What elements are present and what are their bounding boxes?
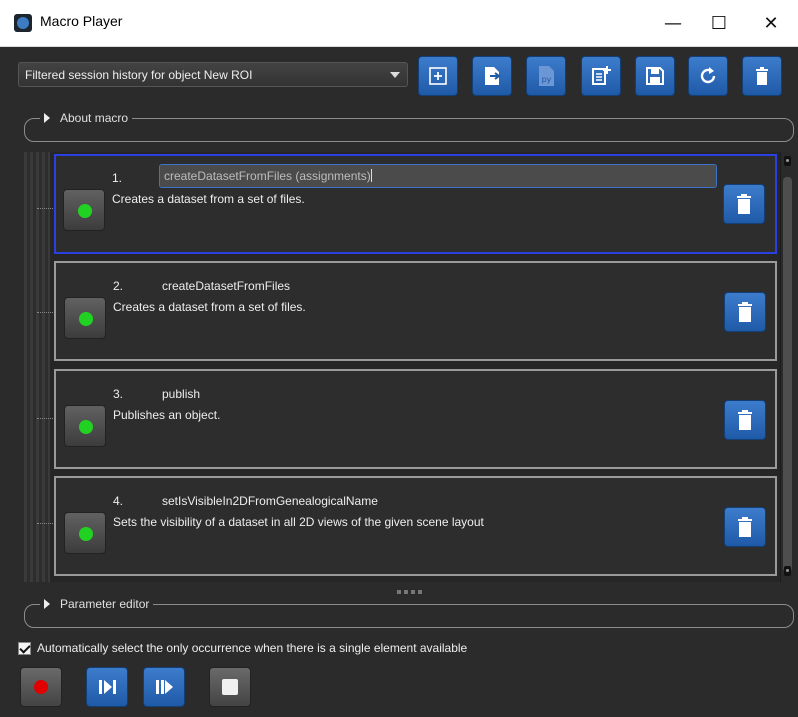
auto-select-option[interactable]: Automatically select the only occurrence… <box>18 641 467 655</box>
new-macro-button[interactable] <box>581 56 621 96</box>
macro-item-2[interactable]: 2. createDatasetFromFiles Creates a data… <box>54 261 777 361</box>
title-bar: Macro Player — ☐ ✕ <box>0 0 798 47</box>
export-python-button[interactable]: py <box>526 56 566 96</box>
trash-icon <box>738 302 752 322</box>
macro-name-input[interactable]: createDatasetFromFiles (assignments) <box>159 164 717 188</box>
status-button[interactable] <box>64 297 106 339</box>
scroll-down-button[interactable] <box>784 566 791 576</box>
maximize-button[interactable]: ☐ <box>696 0 742 46</box>
record-button[interactable] <box>20 667 62 707</box>
status-button[interactable] <box>63 189 105 231</box>
macro-index: 3. <box>113 387 124 401</box>
macro-name-value: createDatasetFromFiles (assignments) <box>164 169 371 183</box>
scroll-up-button[interactable] <box>784 156 791 166</box>
about-macro-label: About macro <box>60 111 129 125</box>
add-macro-button[interactable] <box>418 56 458 96</box>
import-macro-button[interactable] <box>472 56 512 96</box>
status-ok-icon <box>79 527 93 541</box>
refresh-button[interactable] <box>688 56 728 96</box>
about-macro-group <box>24 118 794 142</box>
status-button[interactable] <box>64 512 106 554</box>
list-gutter <box>24 152 55 582</box>
stop-button[interactable] <box>209 667 251 707</box>
macro-index: 4. <box>113 494 124 508</box>
macro-name: createDatasetFromFiles <box>162 279 291 293</box>
auto-select-label: Automatically select the only occurrence… <box>37 641 468 655</box>
step-forward-button[interactable] <box>86 667 128 707</box>
stop-icon <box>222 679 238 695</box>
expand-arrow-icon <box>44 599 50 609</box>
delete-item-button[interactable] <box>724 292 766 332</box>
trash-icon <box>756 67 768 85</box>
macro-name: setIsVisibleIn2DFromGenealogicalName <box>162 494 378 508</box>
parameter-editor-label: Parameter editor <box>60 597 150 611</box>
macro-index: 2. <box>113 279 124 293</box>
python-label: py <box>542 75 552 84</box>
document-add-icon <box>592 66 611 85</box>
scroll-thumb[interactable] <box>783 177 792 572</box>
parameter-editor-toggle[interactable]: Parameter editor <box>40 596 154 612</box>
list-scrollbar[interactable] <box>780 152 794 582</box>
macro-index: 1. <box>112 171 123 185</box>
delete-item-button[interactable] <box>724 400 766 440</box>
plus-box-icon <box>429 67 447 85</box>
macro-name: publish <box>162 387 201 401</box>
delete-item-button[interactable] <box>724 507 766 547</box>
macro-item-4[interactable]: 4. setIsVisibleIn2DFromGenealogicalName … <box>54 476 777 576</box>
refresh-icon <box>700 67 716 84</box>
save-macro-button[interactable] <box>635 56 675 96</box>
minimize-button[interactable]: — <box>650 0 696 46</box>
auto-select-checkbox[interactable] <box>18 641 31 655</box>
history-filter-value: Filtered session history for object New … <box>25 68 253 82</box>
step-forward-icon <box>99 680 116 694</box>
play-all-icon <box>156 680 173 694</box>
macro-item-3[interactable]: 3. publish Publishes an object. <box>54 369 777 469</box>
macro-item-1[interactable]: 1. createDatasetFromFiles (assignments) … <box>54 154 777 254</box>
expand-arrow-icon <box>44 113 50 123</box>
app-icon <box>14 14 32 32</box>
python-file-icon: py <box>539 66 554 86</box>
delete-item-button[interactable] <box>723 184 765 224</box>
status-ok-icon <box>78 204 92 218</box>
record-icon <box>34 680 48 694</box>
chevron-down-icon <box>390 72 400 78</box>
status-ok-icon <box>79 420 93 434</box>
file-import-icon <box>485 67 501 85</box>
close-button[interactable]: ✕ <box>748 0 794 46</box>
macro-description: Creates a dataset from a set of files. <box>112 192 305 206</box>
status-button[interactable] <box>64 405 106 447</box>
splitter-handle[interactable] <box>397 590 425 594</box>
play-all-button[interactable] <box>143 667 185 707</box>
floppy-disk-icon <box>646 67 664 85</box>
trash-icon <box>738 410 752 430</box>
window-title: Macro Player <box>40 13 123 29</box>
trash-icon <box>738 517 752 537</box>
delete-all-button[interactable] <box>742 56 782 96</box>
macro-description: Creates a dataset from a set of files. <box>113 300 306 314</box>
text-caret <box>370 169 372 182</box>
macro-description: Sets the visibility of a dataset in all … <box>113 515 484 529</box>
history-filter-dropdown[interactable]: Filtered session history for object New … <box>18 62 408 87</box>
macro-description: Publishes an object. <box>113 408 221 422</box>
trash-icon <box>737 194 751 214</box>
about-macro-toggle[interactable]: About macro <box>40 110 133 126</box>
status-ok-icon <box>79 312 93 326</box>
